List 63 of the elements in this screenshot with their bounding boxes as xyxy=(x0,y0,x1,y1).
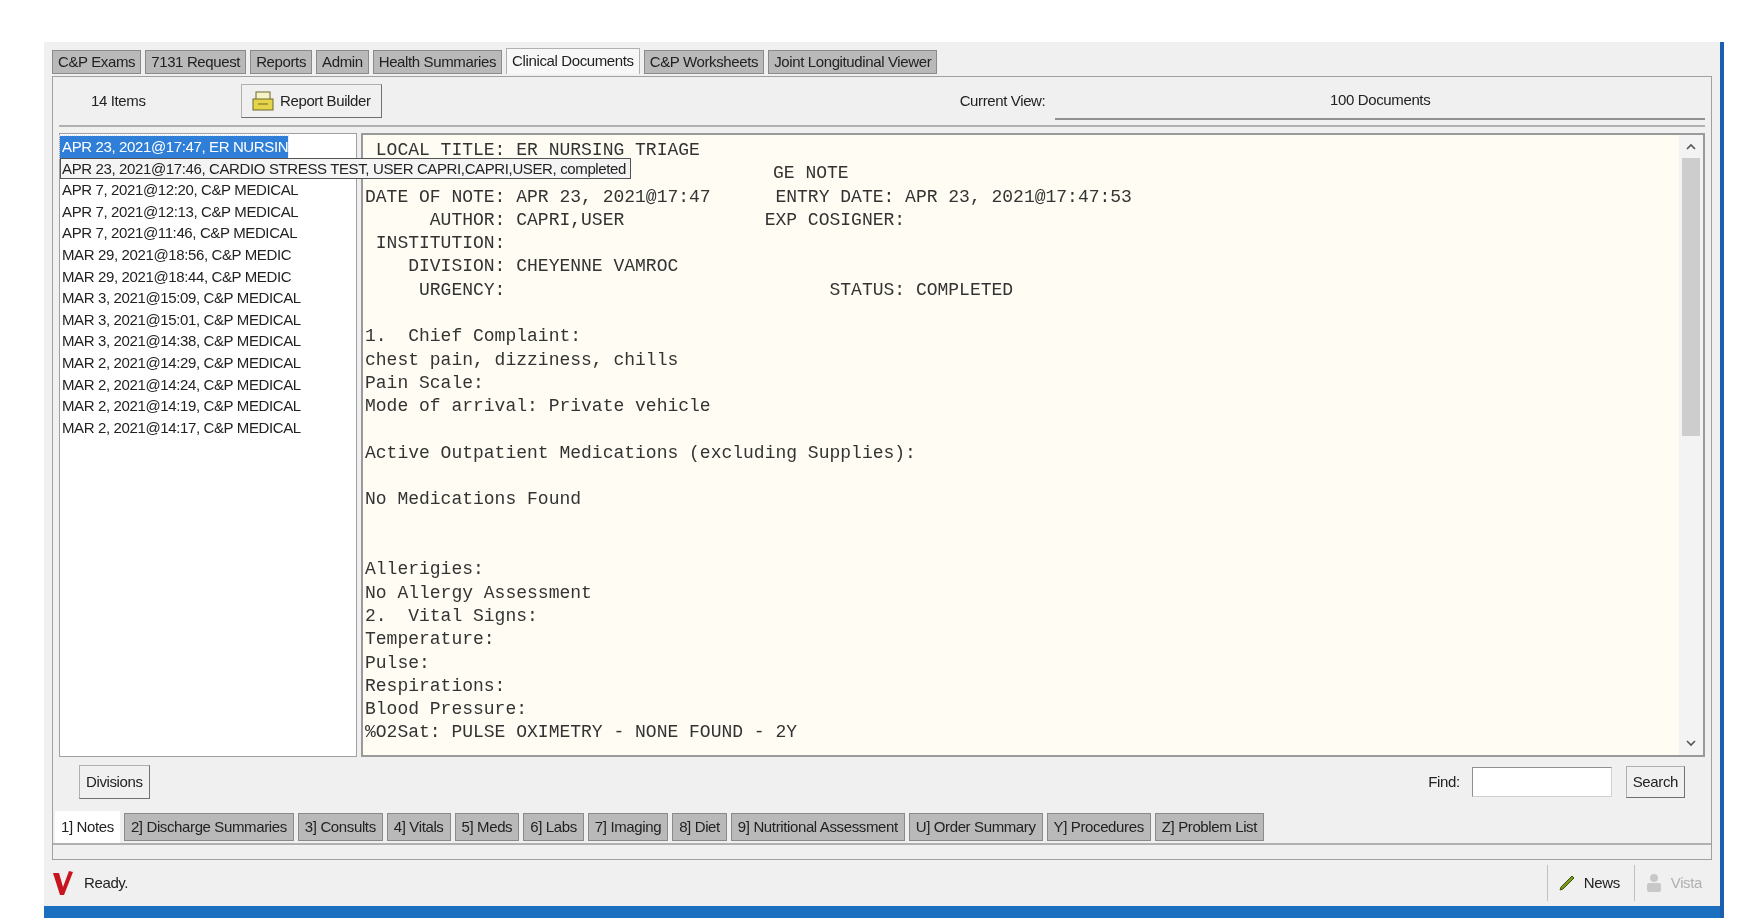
find-label: Find: xyxy=(1428,771,1460,792)
document-line: DATE OF NOTE: APR 23, 2021@17:47 ENTRY DATE: APR 23, 2021@17:47:53 xyxy=(365,185,1132,209)
tab[interactable]: Y] Procedures xyxy=(1046,813,1151,841)
search-button[interactable]: Search xyxy=(1625,766,1685,798)
tab[interactable]: C&P Exams xyxy=(52,50,142,74)
tab[interactable]: 8] Diet xyxy=(672,813,727,841)
current-view-field: 100 Documents xyxy=(1055,82,1705,120)
document-line: URGENCY: STATUS: COMPLETED xyxy=(418,278,1014,302)
tab[interactable]: C&P Worksheets xyxy=(643,50,765,74)
note-list-item[interactable]: APR 7, 2021@12:20, C&P MEDICAL xyxy=(60,179,299,201)
document-line: 1. Chief Complaint: xyxy=(365,325,582,349)
tab[interactable]: 7] Imaging xyxy=(587,813,669,841)
tab[interactable]: 7131 Request xyxy=(145,50,247,74)
current-view-label: Current View: xyxy=(959,90,1046,111)
note-tooltip[interactable]: APR 23, 2021@17:46, CARDIO STRESS TEST, USER CAPRI,CAPRI,USER, completed xyxy=(60,157,631,179)
document-line: Pulse: xyxy=(365,651,430,675)
news-button[interactable]: News xyxy=(1546,865,1630,901)
note-list-item[interactable]: MAR 29, 2021@18:44, C&P MEDIC xyxy=(60,265,292,288)
tab[interactable]: U] Order Summary xyxy=(908,813,1043,841)
note-list-item[interactable]: MAR 29, 2021@18:56, C&P MEDIC xyxy=(60,243,292,266)
document-line: %O2Sat: PULSE OXIMETRY - NONE FOUND - 2Y xyxy=(365,721,798,745)
document-line: Allerigies: xyxy=(365,558,484,582)
document-line: Pain Scale: xyxy=(365,371,484,395)
document-line: Temperature: xyxy=(365,628,495,652)
tab[interactable]: Admin xyxy=(316,50,369,74)
document-line: DIVISION: CHEYENNE VAMROC xyxy=(407,255,679,279)
note-list-item[interactable]: APR 23, 2021@17:47, ER NURSIN xyxy=(60,136,289,158)
note-list-item[interactable]: MAR 2, 2021@14:29, C&P MEDICAL xyxy=(60,351,301,374)
report-builder-button[interactable]: Report Builder xyxy=(241,84,382,118)
document-line: Respirations: xyxy=(365,674,506,698)
document-line: No Allergy Assessment xyxy=(365,581,592,605)
note-list-item[interactable]: MAR 2, 2021@14:24, C&P MEDICAL xyxy=(60,373,301,396)
note-list-item[interactable]: MAR 2, 2021@14:19, C&P MEDICAL xyxy=(60,395,301,417)
document-line: Mode of arrival: Private vehicle xyxy=(365,395,711,419)
tab[interactable]: Reports xyxy=(250,50,313,74)
document-line: 2. Vital Signs: xyxy=(365,604,538,628)
note-list-item[interactable]: APR 7, 2021@11:46, C&P MEDICAL xyxy=(60,222,298,244)
tab[interactable]: 1] Notes xyxy=(55,811,120,843)
document-line: AUTHOR: CAPRI,USER EXP COSIGNER: xyxy=(428,208,906,232)
document-line: chest pain, dizziness, chills xyxy=(365,348,679,372)
note-list-item[interactable]: MAR 3, 2021@15:01, C&P MEDICAL xyxy=(60,308,301,331)
note-list-item[interactable]: APR 7, 2021@12:13, C&P MEDICAL xyxy=(60,200,299,223)
divisions-button[interactable]: Divisions xyxy=(79,765,150,799)
document-line: Blood Pressure: xyxy=(365,698,528,722)
tab[interactable]: 4] Vitals xyxy=(386,813,451,841)
document-line: Active Outpatient Medications (excluding Supplies): xyxy=(365,441,916,465)
note-list-item[interactable]: MAR 2, 2021@14:17, C&P MEDICAL xyxy=(60,416,301,439)
tab[interactable]: Clinical Documents xyxy=(506,48,640,74)
tab[interactable]: 2] Discharge Summaries xyxy=(123,813,294,841)
status-text: Ready. xyxy=(84,872,129,893)
tab[interactable]: 6] Labs xyxy=(523,813,584,841)
tab[interactable]: 5] Meds xyxy=(454,813,520,841)
note-list-item[interactable]: MAR 3, 2021@14:38, C&P MEDICAL xyxy=(60,330,301,352)
document-line: No Medications Found xyxy=(365,488,582,512)
document-line: INSTITUTION: xyxy=(374,232,506,256)
tab[interactable]: Joint Longitudinal Viewer xyxy=(768,50,938,74)
document-line: GE NOTE xyxy=(773,162,849,186)
item-count: 14 Items xyxy=(91,90,147,111)
tab[interactable]: Health Summaries xyxy=(372,50,503,74)
tab[interactable]: 3] Consults xyxy=(297,813,383,841)
tab[interactable]: Z] Problem List xyxy=(1154,813,1264,841)
note-list-item[interactable]: MAR 3, 2021@15:09, C&P MEDICAL xyxy=(60,287,301,309)
tab[interactable]: 9] Nutritional Assessment xyxy=(730,813,905,841)
